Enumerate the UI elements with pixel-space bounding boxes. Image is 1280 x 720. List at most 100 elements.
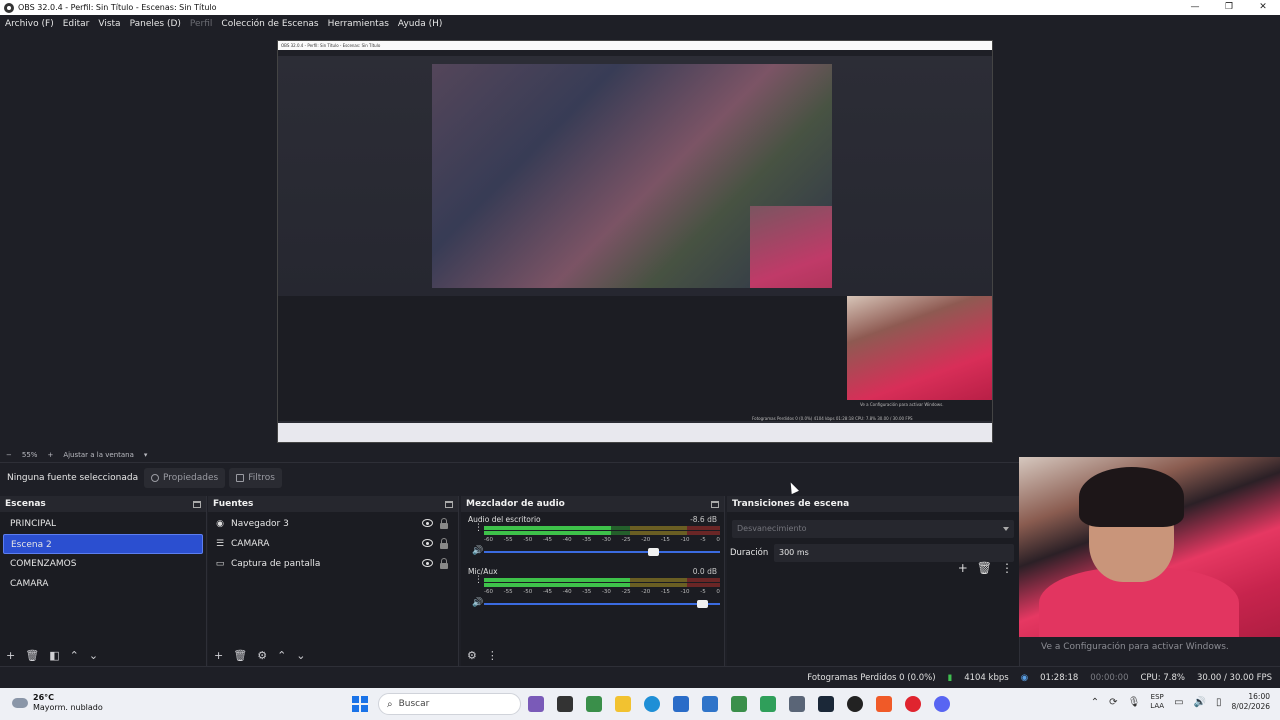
speaker-icon[interactable]: 🔊	[472, 598, 483, 608]
zoom-dropdown-icon[interactable]: ▾	[144, 451, 148, 459]
filters-button[interactable]: Filtros	[229, 467, 282, 488]
obs-icon[interactable]	[847, 696, 863, 712]
source-item-captura[interactable]: ▭ Captura de pantalla	[208, 554, 458, 574]
chevron-up-icon[interactable]: ⌃	[1091, 697, 1099, 708]
visibility-eye-icon[interactable]	[422, 539, 433, 547]
meter-bar	[484, 531, 720, 535]
channel-menu-icon[interactable]: ⋮	[474, 524, 483, 533]
scene-item-camara[interactable]: CAMARA	[3, 574, 203, 594]
source-item-navegador[interactable]: ◉ Navegador 3	[208, 514, 458, 534]
file-explorer-icon[interactable]	[615, 696, 631, 712]
calculator-icon[interactable]	[731, 696, 747, 712]
move-up-icon[interactable]: ⌃	[70, 650, 79, 661]
remove-scene-icon[interactable]: 🗑	[25, 650, 39, 661]
meter-zone	[686, 578, 720, 582]
channel-menu-icon[interactable]: ⋮	[474, 576, 483, 585]
scale-tick: -55	[503, 589, 513, 595]
source-label: Captura de pantalla	[231, 559, 321, 569]
transition-menu-icon[interactable]: ⋮	[1001, 562, 1013, 574]
app-icon[interactable]	[760, 696, 776, 712]
transitions-header: Transiciones de escena	[727, 496, 1019, 512]
scene-item-principal[interactable]: PRINCIPAL	[3, 514, 203, 534]
add-source-icon[interactable]: +	[214, 650, 223, 661]
visibility-eye-icon[interactable]	[422, 519, 433, 527]
weather-temp: 26°C	[33, 693, 55, 702]
transition-select[interactable]: Desvanecimiento	[732, 520, 1014, 538]
minimize-button[interactable]: —	[1178, 0, 1212, 15]
opera-icon[interactable]	[905, 696, 921, 712]
program-preview[interactable]: OBS 32.0.4 - Perfil: Sin Título - Escena…	[277, 40, 993, 443]
obs-logo-icon	[4, 2, 14, 13]
search-placeholder: Buscar	[398, 699, 430, 709]
menu-archivo[interactable]: Archivo (F)	[5, 19, 54, 29]
nested-window-title: OBS 32.0.4 - Perfil: Sin Título - Escena…	[281, 43, 381, 48]
taskbar-search[interactable]: ⌕ Buscar	[378, 693, 521, 715]
undock-icon[interactable]	[445, 500, 453, 508]
sources-footer: + 🗑 ⚙ ⌃ ⌄	[208, 644, 458, 666]
volume-slider[interactable]	[484, 600, 720, 608]
speaker-icon[interactable]: 🔊	[472, 546, 483, 556]
zoom-out-button[interactable]: −	[6, 451, 12, 459]
add-transition-icon[interactable]: +	[958, 562, 968, 574]
maximize-button[interactable]: ❐	[1212, 0, 1246, 15]
nested-title-bar: OBS 32.0.4 - Perfil: Sin Título - Escena…	[278, 41, 992, 50]
store-icon[interactable]	[673, 696, 689, 712]
microphone-icon[interactable]: 🎙	[1128, 697, 1141, 708]
settings-icon[interactable]	[789, 696, 805, 712]
source-settings-icon[interactable]: ⚙	[257, 650, 267, 661]
edge-icon[interactable]	[644, 696, 660, 712]
sync-icon[interactable]: ⟳	[1109, 697, 1117, 708]
undock-icon[interactable]	[711, 500, 719, 508]
duration-input[interactable]: 300 ms	[774, 544, 1014, 562]
add-scene-icon[interactable]: +	[6, 650, 15, 661]
app-icon[interactable]	[586, 696, 602, 712]
brave-icon[interactable]	[876, 696, 892, 712]
lock-icon[interactable]	[440, 558, 448, 569]
visibility-eye-icon[interactable]	[422, 559, 433, 567]
mixer-menu-icon[interactable]: ⋮	[487, 650, 498, 661]
undock-icon[interactable]	[193, 500, 201, 508]
lock-icon[interactable]	[440, 518, 448, 529]
battery-icon[interactable]: ▯	[1216, 697, 1222, 708]
clock[interactable]: 16:00 8/02/2026	[1232, 692, 1270, 712]
move-down-icon[interactable]: ⌄	[296, 650, 305, 661]
menu-paneles[interactable]: Paneles (D)	[130, 19, 181, 29]
volume-icon[interactable]: 🔊	[1194, 697, 1206, 708]
menu-ayuda[interactable]: Ayuda (H)	[398, 19, 442, 29]
scale-tick: -45	[542, 589, 552, 595]
volume-knob[interactable]	[647, 548, 659, 556]
advanced-audio-icon[interactable]: ⚙	[467, 650, 477, 661]
properties-label: Propiedades	[163, 472, 219, 483]
source-item-camara[interactable]: ☰ CAMARA	[208, 534, 458, 554]
steam-icon[interactable]	[818, 696, 834, 712]
app-icon[interactable]	[528, 696, 544, 712]
weather-widget[interactable]: 26°C Mayorm. nublado	[12, 693, 103, 713]
lock-icon[interactable]	[440, 538, 448, 549]
menu-editar[interactable]: Editar	[63, 19, 90, 29]
meter-level	[484, 531, 612, 535]
language-indicator[interactable]: ESP LAA	[1150, 693, 1164, 711]
network-icon[interactable]: ▭	[1174, 697, 1183, 708]
windows-start-icon[interactable]	[352, 696, 368, 712]
move-up-icon[interactable]: ⌃	[277, 650, 286, 661]
app-icon[interactable]	[702, 696, 718, 712]
mixer-channel: Mic/Aux 0.0 dB ⋮ -60 -55 -50 -45 -40 -35 -30 -25 -2…	[466, 564, 720, 616]
scene-item-comenzamos[interactable]: COMENZAMOS	[3, 554, 203, 574]
menu-herramientas[interactable]: Herramientas	[328, 19, 389, 29]
task-view-icon[interactable]	[557, 696, 573, 712]
volume-knob[interactable]	[697, 600, 709, 608]
scene-filters-icon[interactable]: ◧	[49, 650, 59, 661]
remove-source-icon[interactable]: 🗑	[233, 650, 247, 661]
fit-window-button[interactable]: Ajustar a la ventana	[63, 451, 134, 459]
zoom-in-button[interactable]: +	[47, 451, 53, 459]
menu-perfil[interactable]: Perfil	[190, 19, 213, 29]
menu-coleccion-escenas[interactable]: Colección de Escenas	[221, 19, 318, 29]
close-button[interactable]: ✕	[1246, 0, 1280, 15]
scene-item-escena-2[interactable]: Escena 2	[3, 534, 203, 554]
discord-icon[interactable]	[934, 696, 950, 712]
menu-vista[interactable]: Vista	[98, 19, 120, 29]
volume-slider[interactable]	[484, 548, 720, 556]
properties-button[interactable]: Propiedades	[144, 467, 226, 488]
move-down-icon[interactable]: ⌄	[89, 650, 98, 661]
remove-transition-icon[interactable]: 🗑	[977, 562, 992, 574]
